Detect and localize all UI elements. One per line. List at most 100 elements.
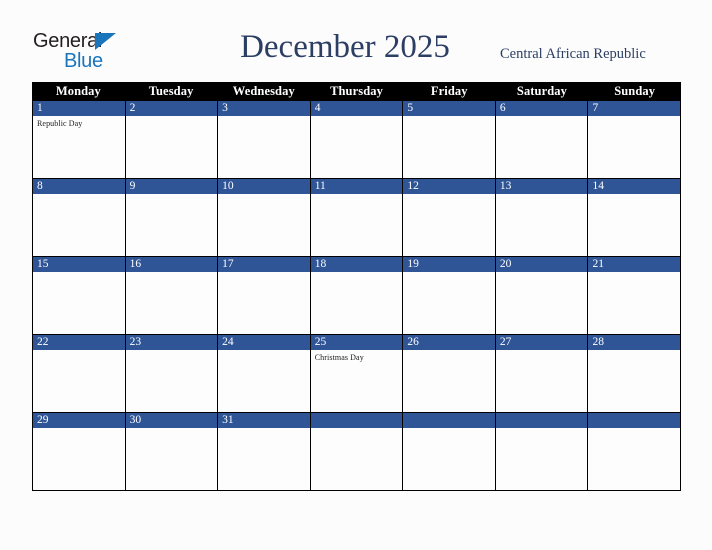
day-number: 11 <box>314 180 326 192</box>
calendar-day-cell[interactable]: 2 <box>125 101 219 178</box>
day-number-bar: 14 <box>588 179 681 194</box>
calendar-day-cell[interactable]: 6 <box>495 101 589 178</box>
calendar-day-cell[interactable]: 30 <box>125 413 219 490</box>
day-number-bar: 3 <box>218 101 310 116</box>
day-number-bar: 1 <box>33 101 125 116</box>
day-events <box>311 272 403 275</box>
logo-triangle-icon <box>95 33 116 50</box>
day-events <box>126 428 218 431</box>
calendar-day-cell[interactable]: 7 <box>588 101 681 178</box>
day-events <box>588 350 680 353</box>
day-number: 27 <box>499 336 512 348</box>
calendar-day-cell[interactable]: 29 <box>33 413 126 490</box>
calendar-day-cell[interactable]: 19 <box>403 257 496 334</box>
calendar-day-cell[interactable]: 31 <box>218 413 311 490</box>
calendar-day-cell[interactable]: 14 <box>588 179 681 256</box>
day-events <box>218 350 310 353</box>
day-number-bar: 23 <box>125 335 218 350</box>
day-number: 31 <box>222 414 234 426</box>
calendar-day-cell[interactable]: 18 <box>310 257 404 334</box>
day-number-bar <box>588 413 681 428</box>
logo-text-general: General <box>33 30 103 52</box>
day-events <box>33 350 125 353</box>
day-number-bar: 13 <box>495 179 588 194</box>
day-number: 14 <box>592 180 604 192</box>
day-number: 3 <box>222 102 228 114</box>
calendar-day-cell[interactable]: 1 Republic Day <box>33 101 126 178</box>
day-number-bar: 4 <box>310 101 403 116</box>
day-events <box>311 194 403 197</box>
day-number: 26 <box>407 336 419 348</box>
calendar-day-cell[interactable]: 21 <box>588 257 681 334</box>
calendar-day-cell[interactable]: 5 <box>403 101 496 178</box>
calendar-day-cell[interactable]: 17 <box>218 257 311 334</box>
day-number-bar: 19 <box>403 257 495 272</box>
day-events <box>218 194 310 197</box>
day-number-bar <box>403 413 495 428</box>
day-events <box>311 428 403 431</box>
country-label: Central African Republic <box>500 46 646 62</box>
calendar-day-cell[interactable]: 15 <box>33 257 126 334</box>
calendar-day-cell[interactable]: 9 <box>125 179 219 256</box>
day-events <box>218 272 310 275</box>
holiday-event-label: Republic Day <box>37 119 83 128</box>
calendar-day-cell[interactable]: 4 <box>310 101 404 178</box>
day-events <box>403 116 495 119</box>
dow-wednesday: Wednesday <box>232 84 295 98</box>
calendar-day-cell[interactable]: 23 <box>125 335 219 412</box>
day-events <box>588 428 680 431</box>
calendar-empty-cell[interactable] <box>495 413 589 490</box>
day-number-bar <box>310 413 403 428</box>
day-number-bar: 6 <box>495 101 588 116</box>
day-number: 18 <box>314 258 327 270</box>
day-events <box>496 350 588 353</box>
day-number-bar: 26 <box>403 335 495 350</box>
general-blue-logo[interactable]: General Blue <box>33 30 163 76</box>
page-header: General Blue December 2025 Central Afric… <box>0 0 712 82</box>
day-number-bar: 8 <box>33 179 125 194</box>
calendar-day-cell[interactable]: 8 <box>33 179 126 256</box>
calendar-day-cell[interactable]: 25 Christmas Day <box>310 335 404 412</box>
day-number: 16 <box>129 258 142 270</box>
calendar-day-cell[interactable]: 20 <box>495 257 589 334</box>
day-number-bar: 22 <box>33 335 125 350</box>
day-number: 25 <box>314 336 327 348</box>
dow-sunday: Sunday <box>614 84 656 98</box>
day-number: 12 <box>407 180 419 192</box>
calendar-day-cell[interactable]: 28 <box>588 335 681 412</box>
calendar-empty-cell[interactable] <box>310 413 404 490</box>
calendar-day-cell[interactable]: 27 <box>495 335 589 412</box>
dow-saturday: Saturday <box>516 84 568 98</box>
calendar-day-cell[interactable]: 16 <box>125 257 219 334</box>
calendar-day-cell[interactable]: 13 <box>495 179 589 256</box>
calendar-day-cell[interactable]: 11 <box>310 179 404 256</box>
calendar-day-cell[interactable]: 22 <box>33 335 126 412</box>
calendar-empty-cell[interactable] <box>588 413 681 490</box>
day-number: 8 <box>37 180 43 192</box>
day-number: 10 <box>222 180 234 192</box>
day-events <box>496 428 588 431</box>
calendar-day-cell[interactable]: 24 <box>218 335 311 412</box>
page-title: December 2025 <box>240 29 450 65</box>
day-number: 2 <box>129 102 136 114</box>
dow-thursday: Thursday <box>330 84 383 98</box>
calendar-week-row: 1 Republic Day 2 3 4 5 6 7 <box>33 101 681 179</box>
calendar-empty-cell[interactable] <box>403 413 496 490</box>
day-events <box>126 116 218 119</box>
day-number: 22 <box>37 336 49 348</box>
day-events <box>403 194 495 197</box>
calendar-day-cell[interactable]: 3 <box>218 101 311 178</box>
calendar-day-cell[interactable]: 12 <box>403 179 496 256</box>
day-number-bar: 25 <box>310 335 403 350</box>
dow-friday: Friday <box>430 84 468 98</box>
day-number-bar: 21 <box>588 257 681 272</box>
calendar-week-row: 29 30 31 <box>33 413 681 490</box>
day-number: 7 <box>592 102 599 114</box>
day-number: 4 <box>314 102 321 114</box>
logo-text-blue: Blue <box>64 50 103 72</box>
day-events <box>403 350 495 353</box>
day-events <box>126 350 218 353</box>
calendar-day-cell[interactable]: 26 <box>403 335 496 412</box>
calendar-day-cell[interactable]: 10 <box>218 179 311 256</box>
day-events <box>496 116 588 119</box>
